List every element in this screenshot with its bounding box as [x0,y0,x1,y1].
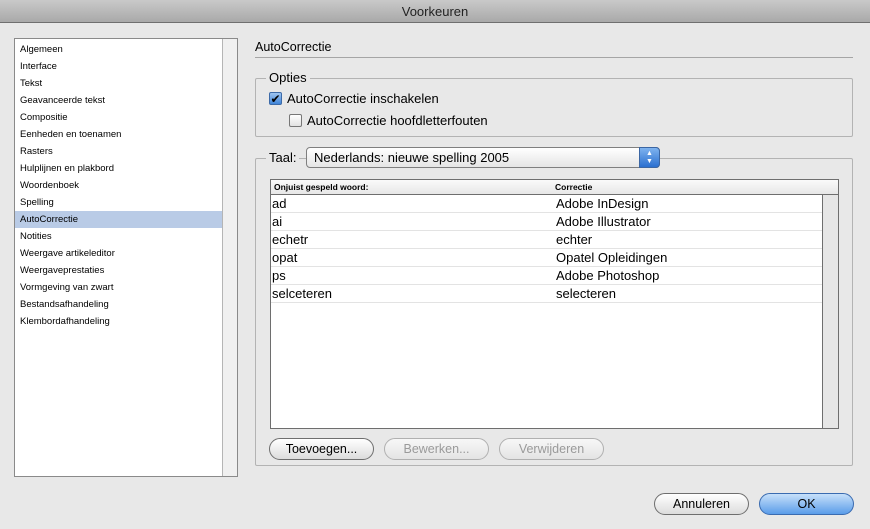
sidebar-item-bestandsafhandeling[interactable]: Bestandsafhandeling [15,296,222,313]
table-row[interactable]: ai Adobe Illustrator [271,213,822,231]
sidebar-item-notities[interactable]: Notities [15,228,222,245]
autocorrect-table[interactable]: Onjuist gespeld woord: Correctie ad Adob… [270,179,839,429]
sidebar-item-weergave-artikeleditor[interactable]: Weergave artikeleditor [15,245,222,262]
updown-arrows-icon[interactable]: ▲ ▼ [639,147,660,168]
sidebar-item-compositie[interactable]: Compositie [15,109,222,126]
language-label: Taal: [266,150,300,165]
table-row[interactable]: ps Adobe Photoshop [271,267,822,285]
enable-autocorrect-row[interactable]: ✔ AutoCorrectie inschakelen [269,91,439,106]
sidebar-item-algemeen[interactable]: Algemeen [15,41,222,58]
table-row[interactable]: opat Opatel Opleidingen [271,249,822,267]
options-legend: Opties [266,70,310,85]
options-group [255,78,853,137]
caps-autocorrect-row[interactable]: AutoCorrectie hoofdletterfouten [289,113,488,128]
correction-cell: echter [556,232,593,247]
misspelled-cell: opat [272,250,298,265]
table-body: ad Adobe InDesign ai Adobe Illustrator e… [271,195,822,303]
correction-cell: Adobe InDesign [556,196,649,211]
table-row[interactable]: ad Adobe InDesign [271,195,822,213]
misspelled-cell: ai [272,214,283,229]
correction-cell: Adobe Illustrator [556,214,651,229]
enable-autocorrect-label[interactable]: AutoCorrectie inschakelen [287,91,439,106]
enable-autocorrect-checkbox[interactable]: ✔ [269,92,282,105]
sidebar-item-geavanceerde-tekst[interactable]: Geavanceerde tekst [15,92,222,109]
sidebar-item-interface[interactable]: Interface [15,58,222,75]
sidebar-item-eenheden[interactable]: Eenheden en toenamen [15,126,222,143]
title-divider [255,57,853,58]
sidebar-item-woordenboek[interactable]: Woordenboek [15,177,222,194]
sidebar-item-klembordafhandeling[interactable]: Klembordafhandeling [15,313,222,330]
language-select-value[interactable]: Nederlands: nieuwe spelling 2005 [314,150,509,165]
sidebar-item-spelling[interactable]: Spelling [15,194,222,211]
caps-autocorrect-checkbox[interactable] [289,114,302,127]
sidebar-item-tekst[interactable]: Tekst [15,75,222,92]
sidebar-item-hulplijnen[interactable]: Hulplijnen en plakbord [15,160,222,177]
preferences-category-list[interactable]: Algemeen Interface Tekst Geavanceerde te… [14,38,238,477]
table-row[interactable]: selceteren selecteren [271,285,822,303]
table-scrollbar[interactable] [822,195,838,428]
cancel-button[interactable]: Annuleren [654,493,749,515]
column-header-correction[interactable]: Correctie [555,180,592,194]
misspelled-cell: selceteren [272,286,332,301]
caps-autocorrect-label[interactable]: AutoCorrectie hoofdletterfouten [307,113,488,128]
sidebar-item-vormgeving-van-zwart[interactable]: Vormgeving van zwart [15,279,222,296]
remove-button[interactable]: Verwijderen [499,438,604,460]
sidebar-item-rasters[interactable]: Rasters [15,143,222,160]
misspelled-cell: ps [272,268,286,283]
column-header-misspelled[interactable]: Onjuist gespeld woord: [274,180,368,194]
sidebar-scrollbar[interactable] [222,39,237,476]
misspelled-cell: echetr [272,232,309,247]
ok-button[interactable]: OK [759,493,854,515]
table-row[interactable]: echetr echter [271,231,822,249]
correction-cell: selecteren [556,286,616,301]
language-select[interactable]: Nederlands: nieuwe spelling 2005 ▲ ▼ [306,147,660,168]
sidebar-item-weergaveprestaties[interactable]: Weergaveprestaties [15,262,222,279]
misspelled-cell: ad [272,196,287,211]
add-button[interactable]: Toevoegen... [269,438,374,460]
window-title: Voorkeuren [0,0,870,23]
correction-cell: Adobe Photoshop [556,268,660,283]
sidebar-item-autocorrectie[interactable]: AutoCorrectie [15,211,222,228]
correction-cell: Opatel Opleidingen [556,250,668,265]
edit-button[interactable]: Bewerken... [384,438,489,460]
panel-title: AutoCorrectie [255,40,332,54]
table-header: Onjuist gespeld woord: Correctie [271,180,838,195]
